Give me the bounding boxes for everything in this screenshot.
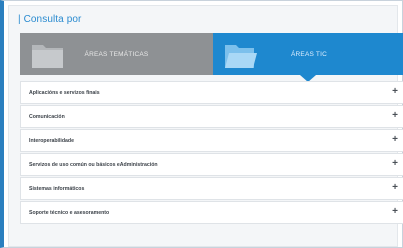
- list-item-comunicacion[interactable]: Comunicación +: [20, 105, 403, 128]
- list-item-label: Interoperabilidade: [29, 138, 74, 144]
- list-item-soporte[interactable]: Soporte técnico e asesoramento +: [20, 201, 403, 224]
- tab-areas-tematicas[interactable]: ÁREAS TEMÁTICAS: [20, 33, 213, 75]
- panel-title: | Consulta por: [18, 14, 82, 25]
- expand-icon[interactable]: +: [392, 182, 398, 194]
- list-item-servizos[interactable]: Servizos de uso común ou básicos eAdmini…: [20, 153, 403, 176]
- list-item-label: Servizos de uso común ou básicos eAdmini…: [29, 162, 158, 168]
- list-item-label: Aplicacións e servizos finais: [29, 90, 100, 96]
- list-item-interoperabilidade[interactable]: Interoperabilidade +: [20, 129, 403, 152]
- expand-icon[interactable]: +: [392, 158, 398, 170]
- expand-icon[interactable]: +: [392, 206, 398, 218]
- category-list: Aplicacións e servizos finais + Comunica…: [20, 81, 403, 225]
- list-item-sistemas[interactable]: Sistemas informáticos +: [20, 177, 403, 200]
- expand-icon[interactable]: +: [392, 110, 398, 122]
- tab-areas-tic[interactable]: ÁREAS TIC: [213, 33, 403, 82]
- list-item-aplicacions[interactable]: Aplicacións e servizos finais +: [20, 81, 403, 104]
- expand-icon[interactable]: +: [392, 86, 398, 98]
- folder-open-icon: [225, 45, 257, 68]
- list-item-label: Soporte técnico e asesoramento: [29, 210, 110, 216]
- tab-areas-tic-label: ÁREAS TIC: [291, 50, 327, 58]
- tab-areas-tematicas-label: ÁREAS TEMÁTICAS: [84, 50, 149, 58]
- panel-body: | Consulta por ÁREAS TEMÁTICAS ÁREAS TIC…: [8, 5, 403, 247]
- consulta-panel: | Consulta por ÁREAS TEMÁTICAS ÁREAS TIC…: [0, 0, 403, 248]
- tab-bar: ÁREAS TEMÁTICAS ÁREAS TIC: [20, 33, 403, 82]
- folder-icon: [32, 45, 63, 68]
- expand-icon[interactable]: +: [392, 134, 398, 146]
- list-item-label: Sistemas informáticos: [29, 186, 85, 192]
- list-item-label: Comunicación: [29, 114, 65, 120]
